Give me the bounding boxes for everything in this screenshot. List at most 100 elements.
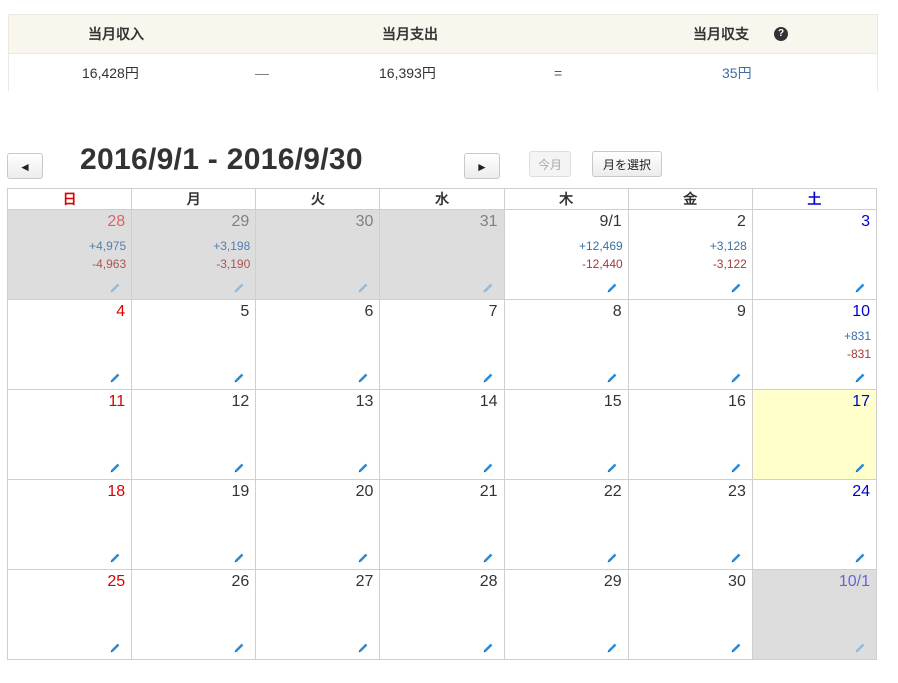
day-cell[interactable]: 16 — [627, 389, 753, 480]
day-cell[interactable]: 10 +831 -831 — [751, 299, 878, 390]
pencil-icon[interactable] — [730, 551, 742, 563]
income-value: 16,428円 — [82, 65, 139, 81]
pencil-icon[interactable] — [357, 641, 369, 653]
day-cell[interactable]: 5 — [131, 299, 257, 390]
pencil-icon[interactable] — [233, 461, 245, 473]
day-number: 12 — [231, 393, 250, 410]
pencil-icon[interactable] — [357, 461, 369, 473]
select-month-button[interactable]: 月を選択 — [592, 151, 662, 177]
day-cell[interactable]: 14 — [379, 389, 505, 480]
day-cell[interactable]: 31 — [379, 209, 505, 300]
day-cell[interactable]: 23 — [627, 479, 753, 570]
next-month-button[interactable]: ► — [464, 153, 500, 179]
pencil-icon[interactable] — [730, 281, 742, 293]
calendar-week-row: 18 19 20 21 22 23 24 — [6, 479, 878, 570]
pencil-icon[interactable] — [233, 371, 245, 383]
income-label: 当月収入 — [88, 26, 144, 42]
day-number: 18 — [107, 483, 126, 500]
pencil-icon[interactable] — [233, 551, 245, 563]
day-number: 2 — [736, 213, 746, 230]
day-cell[interactable]: 9/1 +12,469 -12,440 — [503, 209, 629, 300]
pencil-icon[interactable] — [854, 641, 866, 653]
pencil-icon[interactable] — [854, 371, 866, 383]
calendar-week-row: 4 5 6 7 8 9 10 +831 -831 — [6, 299, 878, 390]
day-number: 28 — [479, 573, 498, 590]
day-cell[interactable]: 19 — [131, 479, 257, 570]
day-income: +12,469 — [578, 239, 623, 253]
day-cell[interactable]: 18 — [6, 479, 133, 570]
day-cell[interactable]: 4 — [6, 299, 133, 390]
day-cell[interactable]: 6 — [255, 299, 381, 390]
pencil-icon[interactable] — [357, 281, 369, 293]
day-cell[interactable]: 13 — [255, 389, 381, 480]
day-cell[interactable]: 12 — [131, 389, 257, 480]
day-number: 17 — [852, 393, 870, 410]
day-cell[interactable]: 11 — [6, 389, 133, 480]
minus-sign: — — [255, 65, 269, 81]
pencil-icon[interactable] — [854, 461, 866, 473]
pencil-icon[interactable] — [606, 461, 618, 473]
day-cell[interactable]: 7 — [379, 299, 505, 390]
calendar-week-row: 25 26 27 28 29 30 10/1 — [6, 569, 878, 660]
day-cell[interactable]: 22 — [503, 479, 629, 570]
day-cell[interactable]: 3 — [751, 209, 878, 300]
pencil-icon[interactable] — [854, 551, 866, 563]
day-cell[interactable]: 8 — [503, 299, 629, 390]
day-cell[interactable]: 29 — [503, 569, 629, 660]
pencil-icon[interactable] — [606, 281, 618, 293]
day-number: 22 — [603, 483, 622, 500]
day-cell[interactable]: 27 — [255, 569, 381, 660]
calendar-week-row: 11 12 13 14 15 16 17 — [6, 389, 878, 480]
pencil-icon[interactable] — [482, 551, 494, 563]
balance-label: 当月収支 — [693, 26, 749, 42]
help-icon[interactable]: ? — [774, 27, 788, 41]
pencil-icon[interactable] — [357, 371, 369, 383]
day-number: 16 — [728, 393, 746, 410]
day-cell[interactable]: 21 — [379, 479, 505, 570]
day-cell[interactable]: 28 +4,975 -4,963 — [6, 209, 133, 300]
summary-header: 当月収入 当月支出 当月収支 ? — [9, 14, 877, 54]
pencil-icon[interactable] — [854, 281, 866, 293]
pencil-icon[interactable] — [357, 551, 369, 563]
pencil-icon[interactable] — [482, 641, 494, 653]
pencil-icon[interactable] — [109, 641, 121, 653]
pencil-icon[interactable] — [606, 641, 618, 653]
day-cell[interactable]: 29 +3,198 -3,190 — [131, 209, 257, 300]
pencil-icon[interactable] — [482, 281, 494, 293]
equals-sign: = — [554, 65, 563, 81]
pencil-icon[interactable] — [109, 551, 121, 563]
pencil-icon[interactable] — [482, 461, 494, 473]
day-number: 20 — [355, 483, 374, 500]
pencil-icon[interactable] — [109, 281, 121, 293]
pencil-icon[interactable] — [482, 371, 494, 383]
day-cell[interactable]: 26 — [131, 569, 257, 660]
day-cell[interactable]: 30 — [627, 569, 753, 660]
day-cell[interactable]: 9 — [627, 299, 753, 390]
this-month-button[interactable]: 今月 — [529, 151, 571, 177]
day-cell[interactable]: 2 +3,128 -3,122 — [627, 209, 753, 300]
day-number: 27 — [355, 573, 374, 590]
day-cell[interactable]: 30 — [255, 209, 381, 300]
day-cell[interactable]: 20 — [255, 479, 381, 570]
day-cell[interactable]: 24 — [751, 479, 878, 570]
prev-month-button[interactable]: ◄ — [7, 153, 43, 179]
day-cell[interactable]: 15 — [503, 389, 629, 480]
pencil-icon[interactable] — [730, 641, 742, 653]
pencil-icon[interactable] — [109, 371, 121, 383]
pencil-icon[interactable] — [606, 371, 618, 383]
day-cell[interactable]: 17 — [751, 389, 878, 480]
day-cell[interactable]: 25 — [6, 569, 133, 660]
pencil-icon[interactable] — [730, 461, 742, 473]
day-number: 29 — [231, 213, 250, 230]
pencil-icon[interactable] — [233, 641, 245, 653]
day-number: 4 — [116, 303, 126, 320]
pencil-icon[interactable] — [109, 461, 121, 473]
day-cell[interactable]: 10/1 — [751, 569, 878, 660]
pencil-icon[interactable] — [606, 551, 618, 563]
summary-values: 16,428円 — 16,393円 = 35円 — [9, 54, 877, 92]
expense-value: 16,393円 — [379, 65, 436, 81]
pencil-icon[interactable] — [730, 371, 742, 383]
day-cell[interactable]: 28 — [379, 569, 505, 660]
pencil-icon[interactable] — [233, 281, 245, 293]
day-number: 14 — [479, 393, 498, 410]
